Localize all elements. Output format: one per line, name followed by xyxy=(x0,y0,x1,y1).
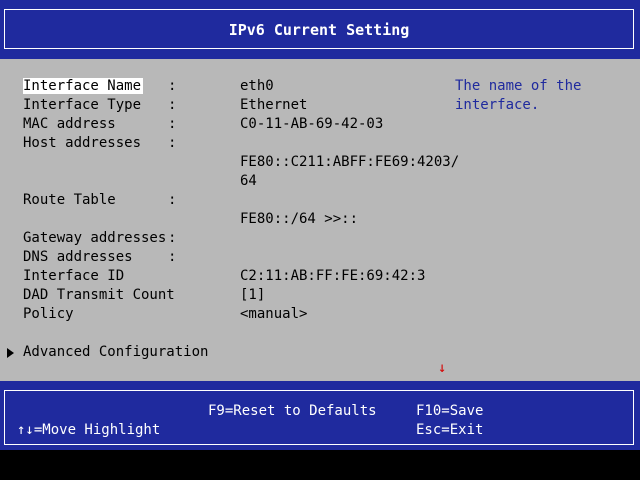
advanced-configuration-link[interactable]: Advanced Configuration xyxy=(23,344,208,360)
field-colon: : xyxy=(168,192,177,208)
host-address-line-2: 64 xyxy=(0,173,450,192)
title-frame: IPv6 Current Setting xyxy=(4,9,634,49)
field-colon: : xyxy=(168,230,177,246)
field-value[interactable]: <manual> xyxy=(240,306,307,322)
field-policy[interactable]: Policy <manual> xyxy=(0,306,450,325)
field-dns-addresses[interactable]: DNS addresses : xyxy=(0,249,450,268)
settings-panel: Interface Name : eth0 Interface Type : E… xyxy=(0,59,640,381)
field-label[interactable]: DNS addresses xyxy=(23,249,133,265)
field-value: eth0 xyxy=(240,78,274,94)
route-table-entry: FE80::/64 >>:: xyxy=(0,211,450,230)
field-interface-id[interactable]: Interface ID C2:11:AB:FF:FE:69:42:3 xyxy=(0,268,450,287)
field-label[interactable]: Policy xyxy=(23,306,74,322)
field-label[interactable]: Host addresses xyxy=(23,135,141,151)
field-label[interactable]: Interface Name xyxy=(23,78,144,94)
footer-frame: F9=Reset to Defaults F10=Save ↑↓=Move Hi… xyxy=(4,390,634,445)
move-highlight-hint: ↑↓=Move Highlight xyxy=(17,422,161,438)
submenu-arrow-icon xyxy=(7,348,14,358)
field-dad-transmit-count[interactable]: DAD Transmit Count [1] xyxy=(0,287,450,306)
field-label[interactable]: Interface ID xyxy=(23,268,124,284)
exit-hint: Esc=Exit xyxy=(416,422,484,438)
field-colon: : xyxy=(168,78,177,94)
field-value: 64 xyxy=(240,173,257,189)
field-value: FE80::/64 >>:: xyxy=(240,211,359,227)
field-label[interactable]: Route Table xyxy=(23,192,116,208)
page-title: IPv6 Current Setting xyxy=(228,21,410,39)
help-text: The name of the interface. xyxy=(455,78,590,113)
field-colon: : xyxy=(168,116,177,132)
field-value[interactable]: [1] xyxy=(240,287,265,303)
title-bar: IPv6 Current Setting xyxy=(0,0,640,59)
field-value: Ethernet xyxy=(240,97,308,113)
field-value: FE80::C211:ABFF:FE69:4203/ xyxy=(240,154,460,170)
field-label[interactable]: Interface Type xyxy=(23,97,141,113)
field-interface-name[interactable]: Interface Name : eth0 xyxy=(0,78,450,97)
field-label[interactable]: MAC address xyxy=(23,116,116,132)
field-route-table[interactable]: Route Table : xyxy=(0,192,450,211)
reset-defaults-hint: F9=Reset to Defaults xyxy=(208,403,377,419)
field-colon: : xyxy=(168,97,177,113)
field-colon: : xyxy=(168,249,177,265)
field-gateway-addresses[interactable]: Gateway addresses : xyxy=(0,230,450,249)
field-host-addresses[interactable]: Host addresses : xyxy=(0,135,450,154)
scroll-down-arrow-icon: ↓ xyxy=(438,360,447,376)
host-address-line-1: FE80::C211:ABFF:FE69:4203/ xyxy=(0,154,459,173)
field-label[interactable]: DAD Transmit Count xyxy=(23,287,175,303)
field-colon: : xyxy=(168,135,177,151)
field-mac-address[interactable]: MAC address : C0-11-AB-69-42-03 xyxy=(0,116,450,135)
field-value: C2:11:AB:FF:FE:69:42:3 xyxy=(240,268,426,284)
field-interface-type[interactable]: Interface Type : Ethernet xyxy=(0,97,450,116)
field-label[interactable]: Gateway addresses xyxy=(23,230,166,246)
footer-bar: F9=Reset to Defaults F10=Save ↑↓=Move Hi… xyxy=(0,390,640,450)
footer-separator xyxy=(0,381,640,390)
bios-screen: IPv6 Current Setting Interface Name : et… xyxy=(0,0,640,480)
field-value: C0-11-AB-69-42-03 xyxy=(240,116,384,132)
save-hint: F10=Save xyxy=(416,403,484,419)
